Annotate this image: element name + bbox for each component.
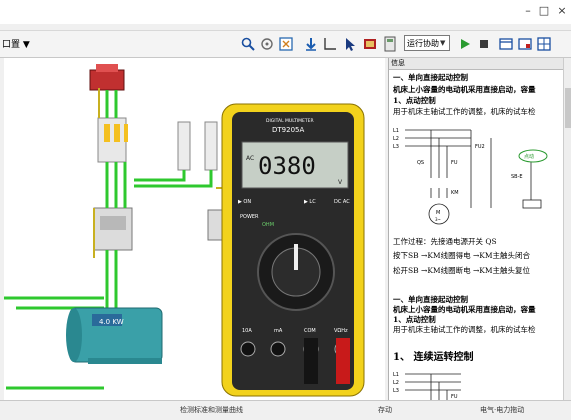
diagram-label-sb: SB-E xyxy=(511,174,523,180)
motor[interactable] xyxy=(66,307,163,364)
dcac-label: DC AC xyxy=(334,199,350,205)
layout-alt-icon[interactable] xyxy=(517,36,533,52)
multimeter[interactable] xyxy=(221,103,365,397)
diagram-label-3phase: 3~ xyxy=(435,217,441,222)
diagram2-label-l1: L1 xyxy=(393,372,399,378)
power-label: POWER xyxy=(240,214,259,220)
info-heading-1: 一、单向直接起动控制 xyxy=(393,73,468,82)
measure-icon[interactable] xyxy=(322,36,338,52)
info-continuous-heading: 1、 连续运转控制 xyxy=(393,352,474,363)
jog-control-diagram: L1 L2 L3 QS FU FU2 SB-E 点动 KM M 3~ xyxy=(393,128,548,225)
circuit-scene[interactable]: 4.0 KW DIGITAL MULTIMETER DT9205A AC 038… xyxy=(4,58,385,400)
diagram-label-l1: L1 xyxy=(393,128,399,134)
search-icon[interactable] xyxy=(240,36,256,52)
diagram-label-m: M xyxy=(436,210,440,216)
toolbar: 口置 ▼ 运行协助 ▼ xyxy=(0,30,571,58)
diagram2-label-l3: L3 xyxy=(393,388,399,394)
port-10a-label: 10A xyxy=(242,328,252,334)
status-mid: 存动 xyxy=(378,406,392,414)
status-left: 检测标准和测量曲线 xyxy=(180,406,243,414)
isolator-switch[interactable] xyxy=(89,64,125,91)
control-mode-select[interactable]: 运行协助 ▼ xyxy=(404,35,450,51)
circuit-canvas: 4.0 KW DIGITAL MULTIMETER DT9205A AC 038… xyxy=(4,64,365,397)
diagram-label-fu: FU xyxy=(451,160,458,166)
info-intro-1: 机床上小容量的电动机采用直接启动，容量 xyxy=(393,85,536,94)
diagram-label-l3: L3 xyxy=(393,144,399,150)
motor-power-label: 4.0 KW xyxy=(99,318,124,326)
info-sub-1: 1、点动控制 xyxy=(393,96,436,105)
display-mode: AC xyxy=(246,155,254,162)
status-bar: 检测标准和测量曲线 存动 电气·电力拖动 xyxy=(0,400,571,420)
close-button[interactable]: × xyxy=(553,4,571,18)
status-right: 电气·电力拖动 xyxy=(480,406,525,414)
control-mode-value: 运行协助 xyxy=(407,39,439,48)
info-desc-1: 用于机床主轴试工作的调整，机床的试车检 xyxy=(393,107,536,116)
diagram-label-jog: 点动 xyxy=(524,153,534,160)
zoom-fit-icon[interactable] xyxy=(278,36,294,52)
pan-icon[interactable] xyxy=(259,36,275,52)
view-menu[interactable]: 口置 ▼ xyxy=(2,37,30,50)
layout-icon[interactable] xyxy=(498,36,514,52)
grid-icon[interactable] xyxy=(536,36,552,52)
hold-label: ▶ LC xyxy=(304,199,316,205)
continuous-control-diagram: L1 L2 L3 FU xyxy=(393,372,461,400)
diagram2-label-l2: L2 xyxy=(393,380,399,386)
calculator-icon[interactable] xyxy=(382,36,398,52)
port-ma-label: mA xyxy=(274,328,283,334)
info-panel: 信息 一、单向直接起动控制 机床上小容量的电动机采用直接启动，容量 1、点动控制… xyxy=(388,58,571,400)
port-com-label: COM xyxy=(304,328,316,334)
stop-icon[interactable] xyxy=(476,36,492,52)
diagram-label-l2: L2 xyxy=(393,136,399,142)
display-reading: 0380 xyxy=(258,152,316,180)
application-window: – □ × 口置 ▼ 运行协助 ▼ 4.0 KW DIGITAL MULTIME… xyxy=(0,0,571,420)
download-icon[interactable] xyxy=(303,36,319,52)
port-vohz-label: VΩHz xyxy=(334,328,348,334)
scroll-thumb[interactable] xyxy=(565,88,571,128)
multimeter-brand: DIGITAL MULTIMETER xyxy=(266,118,314,124)
on-label: ▶ ON xyxy=(238,199,251,205)
diagram-label-fu2: FU2 xyxy=(475,144,485,150)
info-press-sb: 按下SB →KM线圈得电 →KM主触头闭合 xyxy=(393,251,531,260)
play-icon[interactable] xyxy=(457,36,473,52)
multimeter-model: DT9205A xyxy=(272,126,304,134)
title-bar: – □ × xyxy=(0,0,571,24)
chevron-down-icon: ▼ xyxy=(440,39,446,47)
select-arrow-icon[interactable] xyxy=(342,36,358,52)
diagram-label-km: KM xyxy=(451,190,459,196)
info-desc-2: 用于机床主轴试工作的调整，机床的试车检 xyxy=(393,325,536,334)
info-scrollbar[interactable] xyxy=(563,58,571,400)
record-icon[interactable] xyxy=(362,36,378,52)
contactor[interactable] xyxy=(93,207,133,251)
info-panel-title: 信息 xyxy=(389,58,566,70)
ohm-label: OHM xyxy=(262,222,274,228)
maximize-button[interactable]: □ xyxy=(535,4,553,18)
control-fuses[interactable] xyxy=(177,121,218,171)
info-release-sb: 松开SB →KM线圈断电 →KM主触头复位 xyxy=(393,266,531,275)
fuse-block[interactable] xyxy=(97,117,128,163)
diagram-label-qs: QS xyxy=(417,160,424,166)
info-process: 工作过程：先接通电源开关 QS xyxy=(393,237,497,246)
